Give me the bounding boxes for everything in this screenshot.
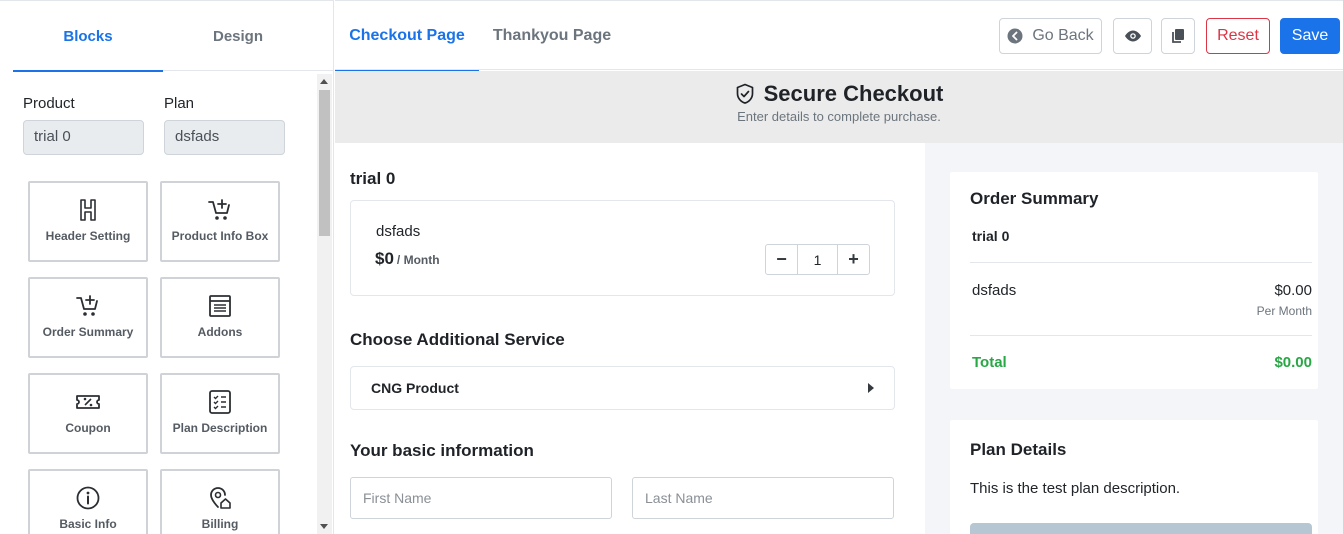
tab-thankyou-page[interactable]: Thankyou Page	[485, 1, 619, 71]
eye-icon	[1124, 30, 1141, 42]
plan-details-title: Plan Details	[970, 440, 1067, 459]
copy-icon	[1172, 29, 1184, 43]
addons-icon	[209, 295, 231, 317]
info-icon	[76, 486, 100, 510]
last-name-input[interactable]	[632, 477, 894, 519]
order-summary-card: Order Summary trial 0 dsfads $0.00 Per M…	[950, 172, 1318, 389]
block-basic-info[interactable]: Basic Info	[28, 469, 148, 534]
price-period: / Month	[396, 253, 440, 267]
block-label: Coupon	[65, 421, 111, 435]
block-label: Header Setting	[45, 229, 131, 243]
block-product-info-box[interactable]: Product Info Box	[160, 181, 280, 262]
plan-name: dsfads	[376, 223, 421, 240]
save-button[interactable]: Save	[1280, 18, 1340, 54]
block-header-setting[interactable]: Header Setting	[28, 181, 148, 262]
builder-sidebar: Blocks Design Product trial 0 Plan dsfad…	[0, 0, 334, 534]
go-back-button[interactable]: Go Back	[999, 18, 1102, 54]
banner-subtitle: Enter details to complete purchase.	[737, 109, 941, 124]
total-label: Total	[972, 354, 1007, 371]
quantity-value[interactable]: 1	[797, 245, 838, 274]
checkout-banner: Secure Checkout Enter details to complet…	[335, 71, 1343, 143]
sidebar-scrollbar[interactable]	[317, 74, 332, 534]
reset-button[interactable]: Reset	[1206, 18, 1270, 54]
tab-blocks[interactable]: Blocks	[13, 1, 163, 72]
arrow-left-circle-icon	[1007, 28, 1023, 44]
banner-heading: Secure Checkout	[335, 81, 1343, 107]
caret-right-icon	[868, 383, 874, 393]
total-value: $0.00	[1274, 354, 1312, 371]
cart-plus-icon	[208, 199, 230, 220]
tab-checkout-page[interactable]: Checkout Page	[335, 1, 479, 72]
block-label: Order Summary	[42, 325, 134, 339]
plan-description: This is the test plan description.	[970, 480, 1181, 497]
block-label: Basic Info	[59, 517, 117, 531]
addons-title: Choose Additional Service	[350, 330, 565, 349]
copy-button[interactable]	[1161, 18, 1195, 54]
block-billing[interactable]: Billing	[160, 469, 280, 534]
checklist-icon	[209, 390, 231, 414]
order-summary-title: Order Summary	[970, 189, 1099, 208]
shield-check-icon	[736, 83, 753, 104]
block-coupon[interactable]: Coupon	[28, 373, 148, 454]
checkout-form: trial 0 dsfads $0/ Month − 1 + Choose Ad…	[335, 143, 925, 534]
decrement-button[interactable]: −	[766, 245, 797, 274]
block-plan-description[interactable]: Plan Description	[160, 373, 280, 454]
go-back-label: Go Back	[1032, 27, 1094, 44]
product-field: trial 0	[23, 120, 144, 155]
scrollbar-thumb[interactable]	[319, 90, 330, 236]
page-toolbar: Checkout Page Thankyou Page Go Back Rese…	[335, 0, 1343, 72]
billing-icon	[210, 487, 231, 509]
cart-plus-icon	[76, 295, 98, 316]
first-name-input[interactable]	[350, 477, 612, 519]
coupon-icon	[76, 395, 100, 409]
divider	[970, 335, 1312, 336]
block-order-summary[interactable]: Order Summary	[28, 277, 148, 358]
summary-amount: $0.00	[1274, 282, 1312, 299]
summary-plan: dsfads	[972, 282, 1017, 299]
product-title: trial 0	[350, 169, 396, 188]
addon-item-label: CNG Product	[371, 380, 459, 396]
divider	[970, 262, 1312, 263]
plan-details-card: Plan Details This is the test plan descr…	[950, 420, 1318, 534]
plan-price: $0/ Month	[375, 249, 440, 269]
product-label: Product	[23, 95, 75, 112]
product-info-box: dsfads $0/ Month − 1 +	[350, 200, 895, 296]
preview-button[interactable]	[1113, 18, 1152, 54]
addon-item[interactable]: CNG Product	[350, 366, 895, 410]
plan-label: Plan	[164, 95, 195, 112]
tab-design[interactable]: Design	[163, 1, 313, 71]
banner-title: Secure Checkout	[763, 81, 944, 106]
block-label: Plan Description	[172, 421, 268, 435]
block-label: Product Info Box	[171, 229, 269, 243]
checkout-sidebar: Order Summary trial 0 dsfads $0.00 Per M…	[925, 143, 1343, 534]
block-label: Addons	[197, 325, 243, 339]
scroll-up-arrow[interactable]	[320, 79, 328, 84]
sidebar-tabs: Blocks Design	[13, 1, 334, 72]
scroll-down-arrow[interactable]	[320, 524, 328, 529]
header-icon	[80, 199, 96, 221]
basic-info-title: Your basic information	[350, 441, 534, 460]
block-label: Billing	[201, 517, 239, 531]
plan-field: dsfads	[164, 120, 285, 155]
summary-period: Per Month	[1256, 304, 1312, 318]
price-amount: $0	[375, 249, 394, 268]
summary-product: trial 0	[972, 228, 1010, 244]
plan-action-bar[interactable]	[970, 523, 1312, 534]
block-grid: Header Setting Product Info Box Order Su…	[28, 181, 280, 534]
quantity-stepper: − 1 +	[765, 244, 870, 275]
block-addons[interactable]: Addons	[160, 277, 280, 358]
increment-button[interactable]: +	[838, 245, 869, 274]
